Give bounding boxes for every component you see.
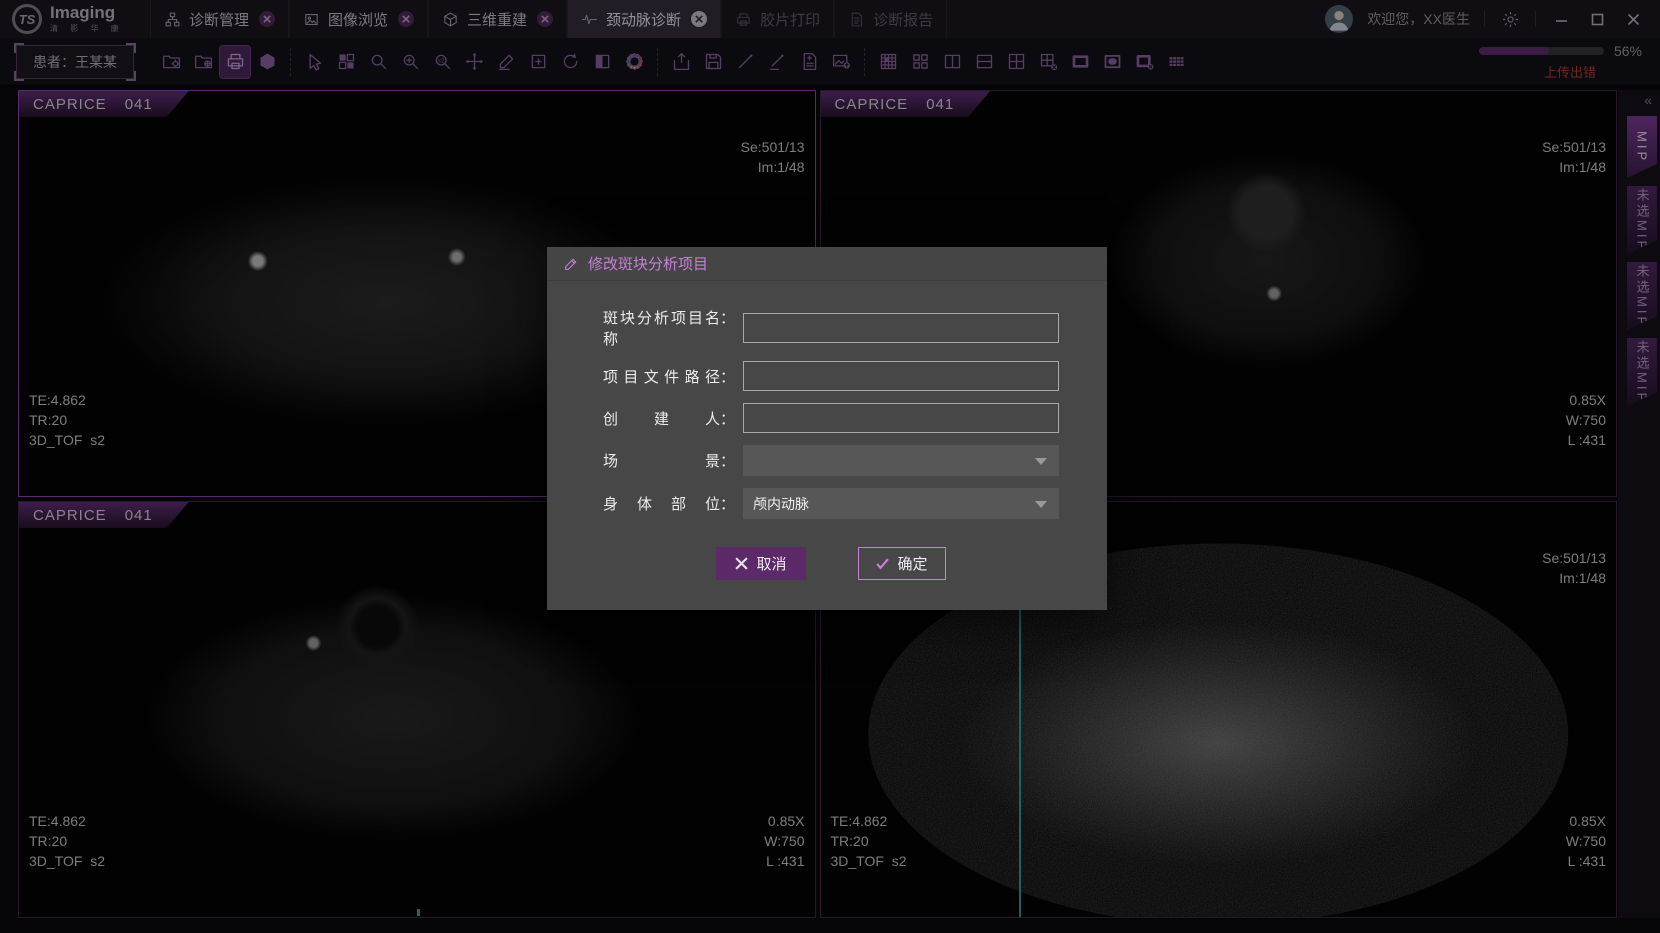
dialog-title: 修改斑块分析项目 (588, 253, 708, 274)
confirm-button[interactable]: 确定 (858, 547, 946, 580)
field-label: 创建人： (603, 408, 735, 429)
project-name-input[interactable] (743, 313, 1059, 343)
field-label: 项目文件路径： (603, 366, 735, 387)
app-window: TS Imaging 清 影 华 康 诊断管理 图像浏览 三维重建 (0, 0, 1660, 933)
field-label: 身体部位： (603, 493, 735, 514)
edit-pencil-icon (563, 256, 579, 272)
cancel-button[interactable]: 取消 (716, 547, 806, 580)
project-path-input[interactable] (743, 361, 1059, 391)
field-label: 场景： (603, 450, 735, 471)
dialog-title-bar: 修改斑块分析项目 (547, 247, 1107, 281)
scene-select[interactable] (743, 445, 1059, 476)
chevron-down-icon (1035, 501, 1047, 508)
creator-input[interactable] (743, 403, 1059, 433)
x-icon (735, 557, 748, 570)
chevron-down-icon (1035, 458, 1047, 465)
field-label: 斑块分析项目名称： (603, 307, 735, 349)
check-icon (876, 557, 889, 570)
body-part-select[interactable]: 颅内动脉 (743, 488, 1059, 519)
edit-plaque-project-dialog: 修改斑块分析项目 斑块分析项目名称： 项目文件路径： 创建人： 场景： 身体部位… (547, 247, 1107, 610)
